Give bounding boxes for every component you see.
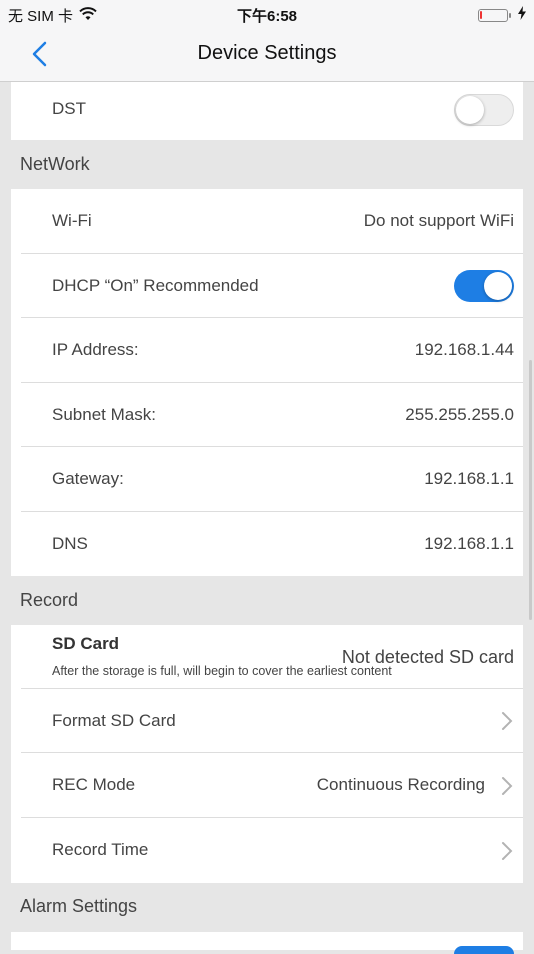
dst-toggle[interactable]: [454, 94, 514, 126]
subnet-mask-label: Subnet Mask:: [52, 405, 156, 424]
ip-address-label: IP Address:: [52, 340, 139, 359]
sd-card-label: SD Card: [52, 634, 120, 653]
chevron-right-icon: [502, 712, 513, 730]
rec-mode-value: Continuous Recording: [316, 775, 485, 794]
dhcp-toggle[interactable]: [454, 270, 514, 302]
alarm-section-header: Alarm Settings: [20, 896, 138, 916]
gateway-value: 192.168.1.1: [424, 469, 514, 488]
rec-mode-label: REC Mode: [52, 775, 136, 794]
ip-address-value: 192.168.1.44: [414, 340, 514, 359]
format-sd-card-label: Format SD Card: [52, 711, 176, 730]
record-group: SD Card After the storage is full, will …: [11, 625, 523, 883]
wifi-row[interactable]: Wi-Fi Do not support WiFi: [11, 189, 523, 254]
status-right: [478, 6, 526, 24]
dst-label: DST: [52, 99, 86, 118]
wifi-value: Do not support WiFi: [363, 211, 514, 230]
status-time: 下午6:58: [236, 8, 298, 25]
ip-address-row[interactable]: IP Address: 192.168.1.44: [11, 318, 523, 383]
wifi-label: Wi-Fi: [52, 211, 92, 230]
charging-bolt-icon: [518, 6, 526, 24]
gateway-row[interactable]: Gateway: 192.168.1.1: [11, 447, 523, 512]
dhcp-label: DHCP “On” Recommended: [52, 276, 259, 295]
gateway-label: Gateway:: [52, 469, 124, 488]
record-time-label: Record Time: [52, 840, 149, 859]
chevron-right-icon: [502, 777, 513, 795]
scroll-indicator[interactable]: [529, 360, 532, 620]
alarm-group: [11, 932, 523, 954]
dns-label: DNS: [52, 534, 88, 553]
network-section-header: NetWork: [20, 154, 90, 174]
dhcp-row: DHCP “On” Recommended: [11, 254, 523, 318]
record-time-row[interactable]: Record Time: [11, 818, 523, 883]
chevron-right-icon: [502, 842, 513, 860]
dns-row[interactable]: DNS 192.168.1.1: [11, 512, 523, 576]
page-title: Device Settings: [197, 42, 337, 64]
dst-group: DST: [11, 82, 523, 140]
toggle-knob: [484, 272, 512, 300]
sd-card-row[interactable]: SD Card After the storage is full, will …: [11, 625, 523, 689]
battery-icon: [478, 8, 511, 22]
dns-value: 192.168.1.1: [424, 534, 514, 553]
battery-level: [480, 10, 482, 19]
subnet-mask-row[interactable]: Subnet Mask: 255.255.255.0: [11, 383, 523, 447]
subnet-mask-value: 255.255.255.0: [405, 405, 514, 424]
record-section-header: Record: [20, 590, 79, 610]
status-bar: 无 SIM 卡 下午6:58: [0, 0, 534, 28]
format-sd-card-row[interactable]: Format SD Card: [11, 689, 523, 753]
nav-bar: Device Settings: [0, 28, 534, 82]
sd-card-note: After the storage is full, will begin to…: [52, 664, 392, 678]
sd-card-status: Not detected SD card: [341, 647, 514, 667]
alarm-toggle-partial[interactable]: [454, 946, 514, 954]
rec-mode-row[interactable]: REC Mode Continuous Recording: [11, 753, 523, 818]
toggle-knob: [456, 95, 484, 124]
network-group: Wi-Fi Do not support WiFi DHCP “On” Reco…: [11, 189, 523, 576]
dst-row: DST: [11, 82, 523, 140]
